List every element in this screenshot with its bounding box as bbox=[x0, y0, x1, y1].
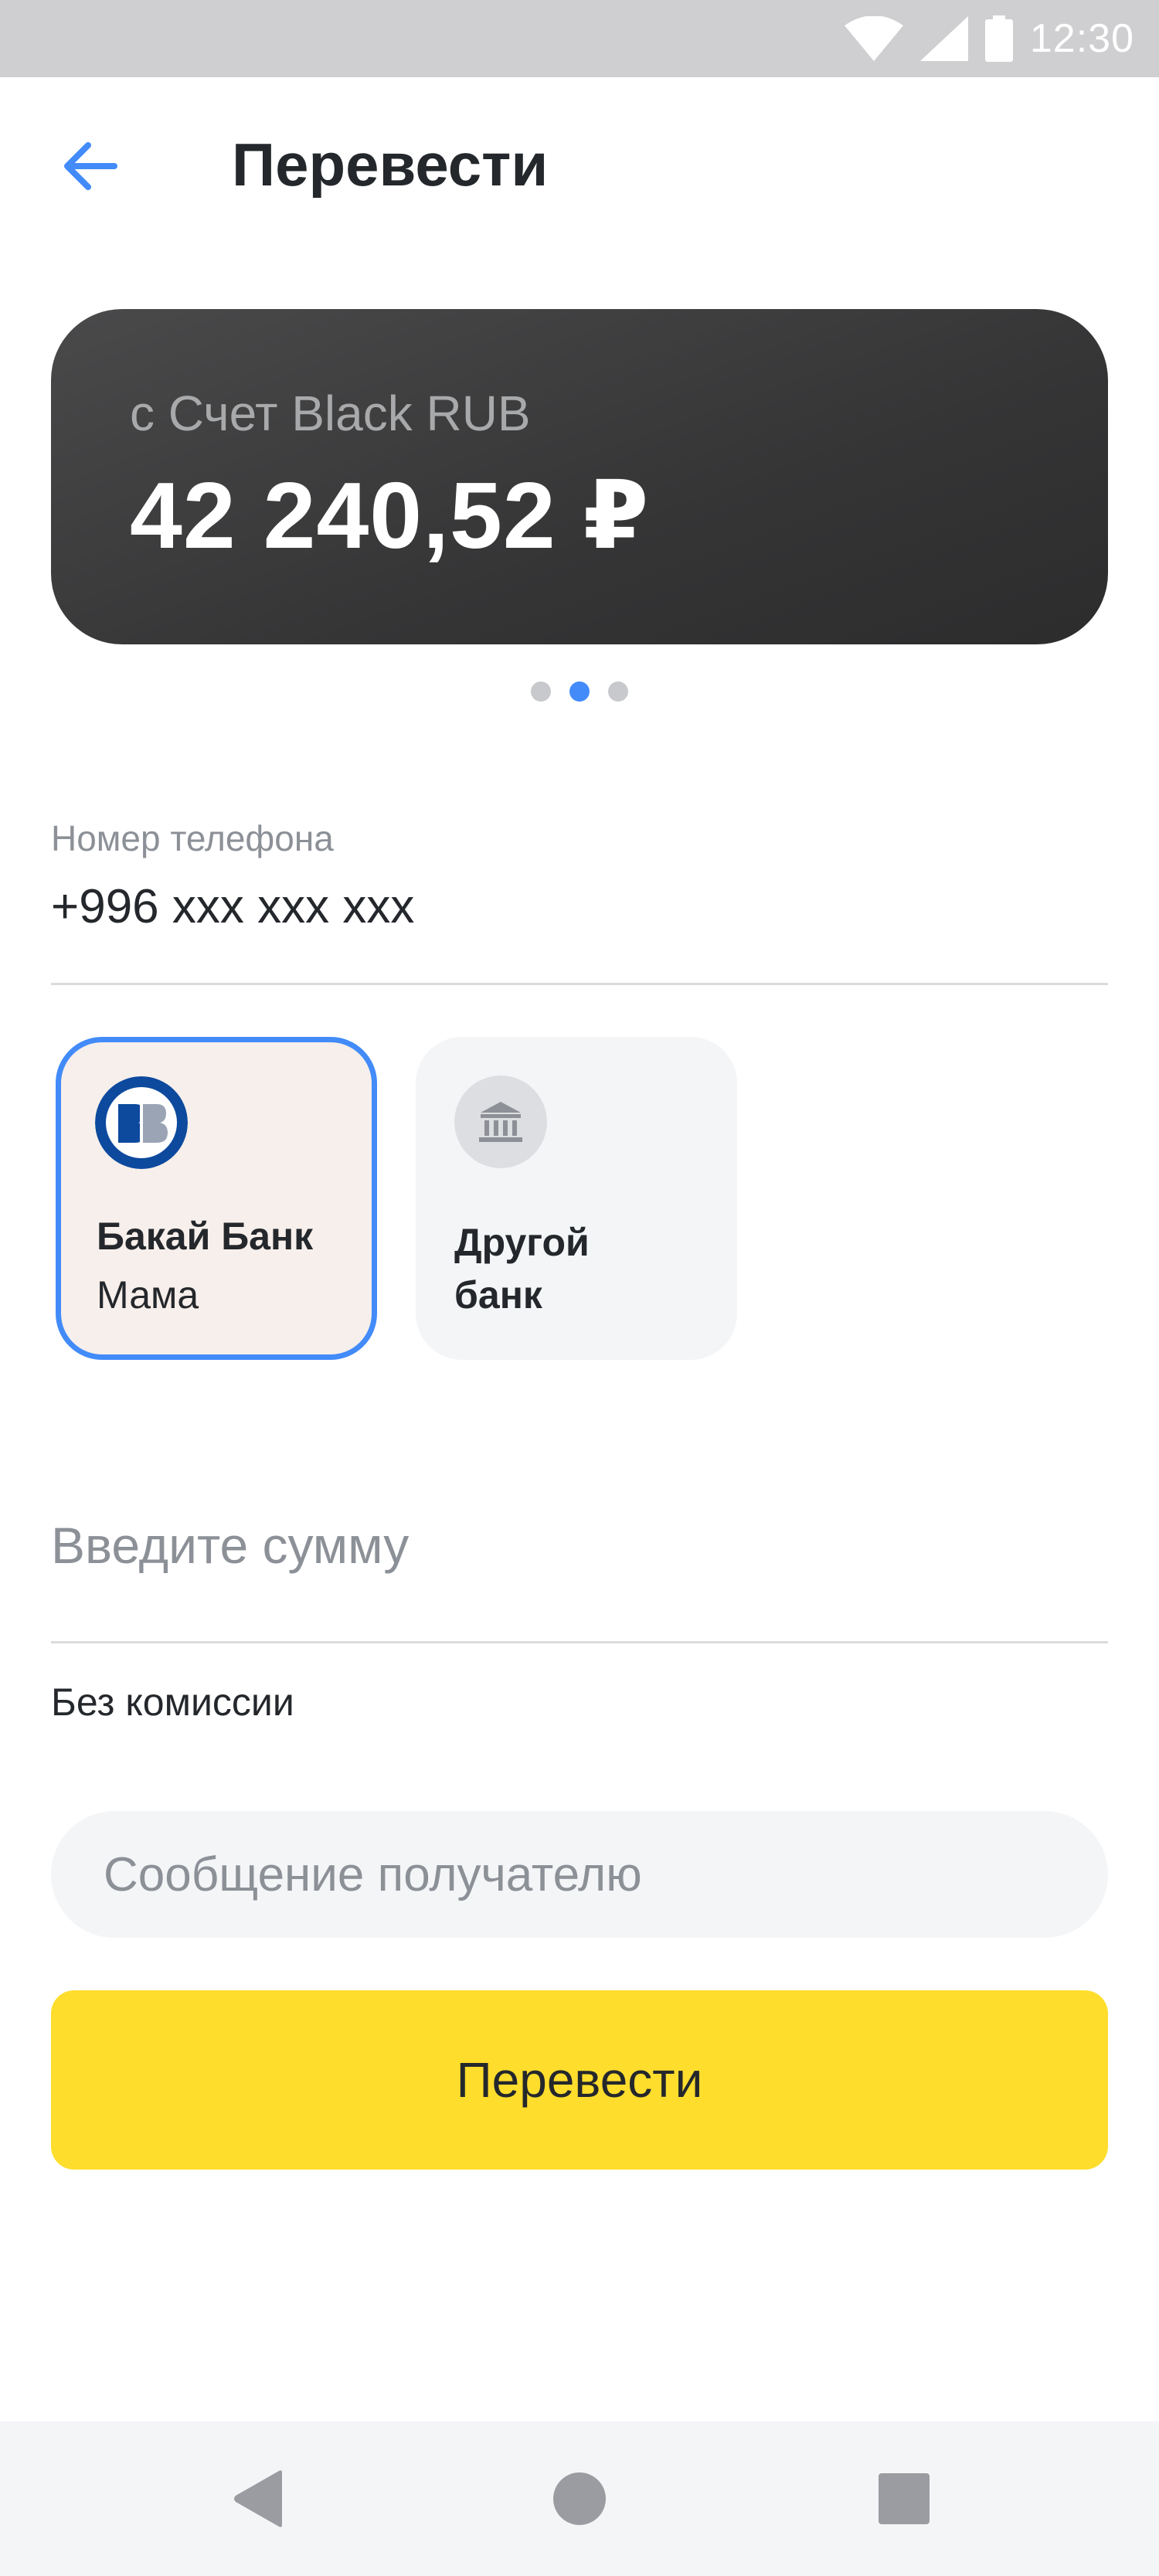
bank-name: Другой банк bbox=[454, 1221, 590, 1317]
home-circle-icon bbox=[553, 2472, 606, 2525]
page-title: Перевести bbox=[232, 131, 549, 199]
amount-divider bbox=[51, 1641, 1108, 1643]
message-input[interactable] bbox=[51, 1811, 1108, 1938]
bank-name: Бакай Банк bbox=[97, 1215, 314, 1258]
pager-dot[interactable] bbox=[531, 681, 551, 702]
status-icons: 12:30 bbox=[844, 0, 1134, 77]
signal-icon bbox=[919, 16, 968, 61]
phone-label: Номер телефона bbox=[51, 818, 334, 858]
transfer-button[interactable]: Перевести bbox=[51, 1990, 1108, 2170]
amount-input[interactable] bbox=[51, 1507, 1108, 1584]
pager-dot-active[interactable] bbox=[569, 681, 590, 702]
nav-home-button[interactable] bbox=[502, 2421, 657, 2576]
arrow-left-icon bbox=[64, 142, 117, 190]
phone-divider bbox=[51, 983, 1108, 985]
system-nav-bar bbox=[0, 2421, 1159, 2576]
account-pager bbox=[0, 681, 1159, 705]
app-bar: Перевести bbox=[0, 77, 1159, 255]
phone-field[interactable]: +996 xxx xxx xxx bbox=[51, 879, 414, 934]
commission-text: Без комиссии bbox=[51, 1681, 294, 1724]
account-balance: 42 240,52 ₽ bbox=[130, 463, 650, 568]
battery-icon bbox=[984, 15, 1013, 62]
bank-recipient-name: Мама bbox=[97, 1273, 199, 1317]
pager-dot[interactable] bbox=[608, 681, 628, 702]
status-time: 12:30 bbox=[1029, 16, 1134, 61]
back-button[interactable] bbox=[51, 131, 128, 201]
back-triangle-icon bbox=[234, 2470, 282, 2527]
account-name: с Счет Black RUB bbox=[130, 386, 531, 441]
nav-recents-button[interactable] bbox=[827, 2421, 981, 2576]
nav-back-button[interactable] bbox=[181, 2421, 335, 2576]
bank-building-icon bbox=[454, 1076, 547, 1168]
bank-option-bakai[interactable]: Бакай Банк Мама bbox=[56, 1037, 377, 1360]
bakai-bank-logo bbox=[95, 1076, 188, 1169]
account-card[interactable]: с Счет Black RUB 42 240,52 ₽ bbox=[51, 309, 1108, 644]
recents-square-icon bbox=[879, 2473, 930, 2524]
bank-option-other[interactable]: Другой банк bbox=[416, 1037, 737, 1360]
wifi-icon bbox=[844, 16, 903, 61]
status-bar: 12:30 bbox=[0, 0, 1159, 77]
